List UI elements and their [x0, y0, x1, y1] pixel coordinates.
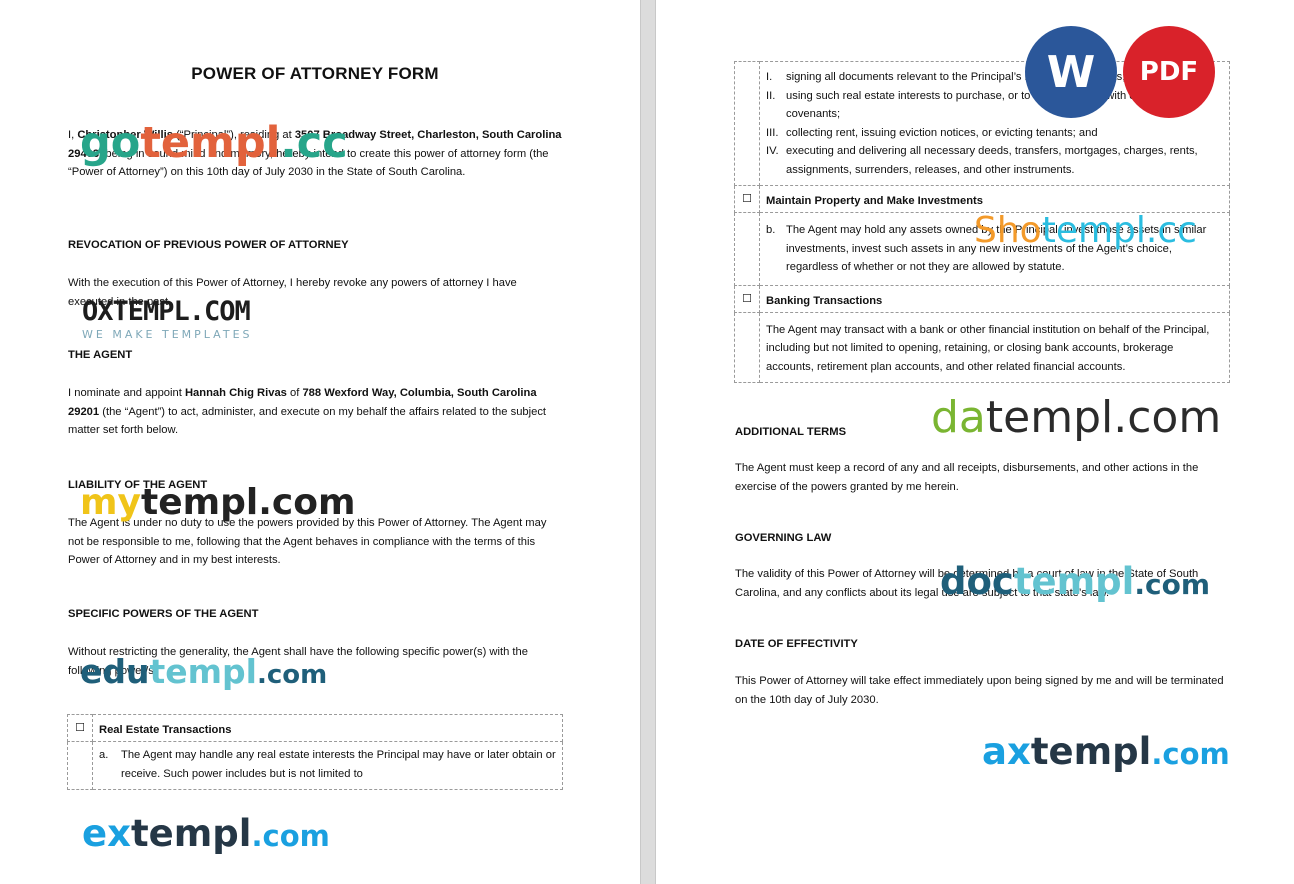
- word-format-icon[interactable]: W: [1025, 26, 1117, 118]
- governing-law-heading: GOVERNING LAW: [735, 532, 832, 544]
- banking-title: Banking Transactions: [759, 284, 1230, 313]
- document-page-2: I. signing all documents relevant to the …: [656, 0, 1294, 884]
- shotempl-watermark: Shotempl.cc: [974, 210, 1197, 251]
- real-estate-subitem-4: IV. executing and delivering all necessar…: [766, 145, 1198, 176]
- doctempl-watermark: doctempl.com: [940, 560, 1211, 603]
- edutempl-watermark: edutempl.com: [80, 652, 328, 691]
- datempl-watermark: datempl.com: [931, 392, 1222, 443]
- additional-terms-text: The Agent must keep a record of any and …: [735, 462, 1199, 493]
- maintain-property-title: Maintain Property and Make Investments: [759, 185, 1230, 213]
- checkbox-banking[interactable]: ☐: [734, 284, 760, 313]
- banking-text: The Agent may transact with a bank or ot…: [759, 311, 1230, 383]
- oxtempl-watermark: OXTEMPL.COM WE MAKE TEMPLATES: [82, 296, 253, 341]
- page-title: POWER OF ATTORNEY FORM: [191, 64, 439, 83]
- extempl-watermark: extempl.com: [82, 812, 330, 855]
- checkbox-maintain-property[interactable]: ☐: [734, 185, 760, 213]
- agent-heading: THE AGENT: [68, 349, 133, 361]
- real-estate-title: Real Estate Transactions: [92, 714, 563, 742]
- pdf-format-icon[interactable]: PDF: [1123, 26, 1215, 118]
- page-gap: [640, 0, 656, 884]
- checkbox-real-estate[interactable]: ☐: [67, 714, 93, 742]
- specific-powers-heading: SPECIFIC POWERS OF THE AGENT: [68, 608, 259, 620]
- real-estate-subitem-3: III. collecting rent, issuing eviction no…: [766, 126, 1098, 139]
- real-estate-item-a: a. The Agent may handle any real estate …: [99, 749, 556, 780]
- document-page-1: POWER OF ATTORNEY FORM I, Christopher Wi…: [0, 0, 640, 884]
- real-estate-table: ☐ Real Estate Transactions a. The Agent …: [67, 714, 563, 790]
- gotempl-watermark: gotempl.cc: [80, 118, 348, 168]
- agent-paragraph: I nominate and appoint Hannah Chig Rivas…: [68, 387, 547, 436]
- axtempl-watermark: axtempl.com: [982, 730, 1230, 773]
- mytempl-watermark: mytempl.com: [80, 482, 356, 523]
- effectivity-text: This Power of Attorney will take effect …: [735, 675, 1224, 706]
- revocation-heading: REVOCATION OF PREVIOUS POWER OF ATTORNEY: [68, 239, 349, 251]
- effectivity-heading: DATE OF EFFECTIVITY: [735, 638, 858, 650]
- agent-name: Hannah Chig Rivas: [184, 387, 287, 399]
